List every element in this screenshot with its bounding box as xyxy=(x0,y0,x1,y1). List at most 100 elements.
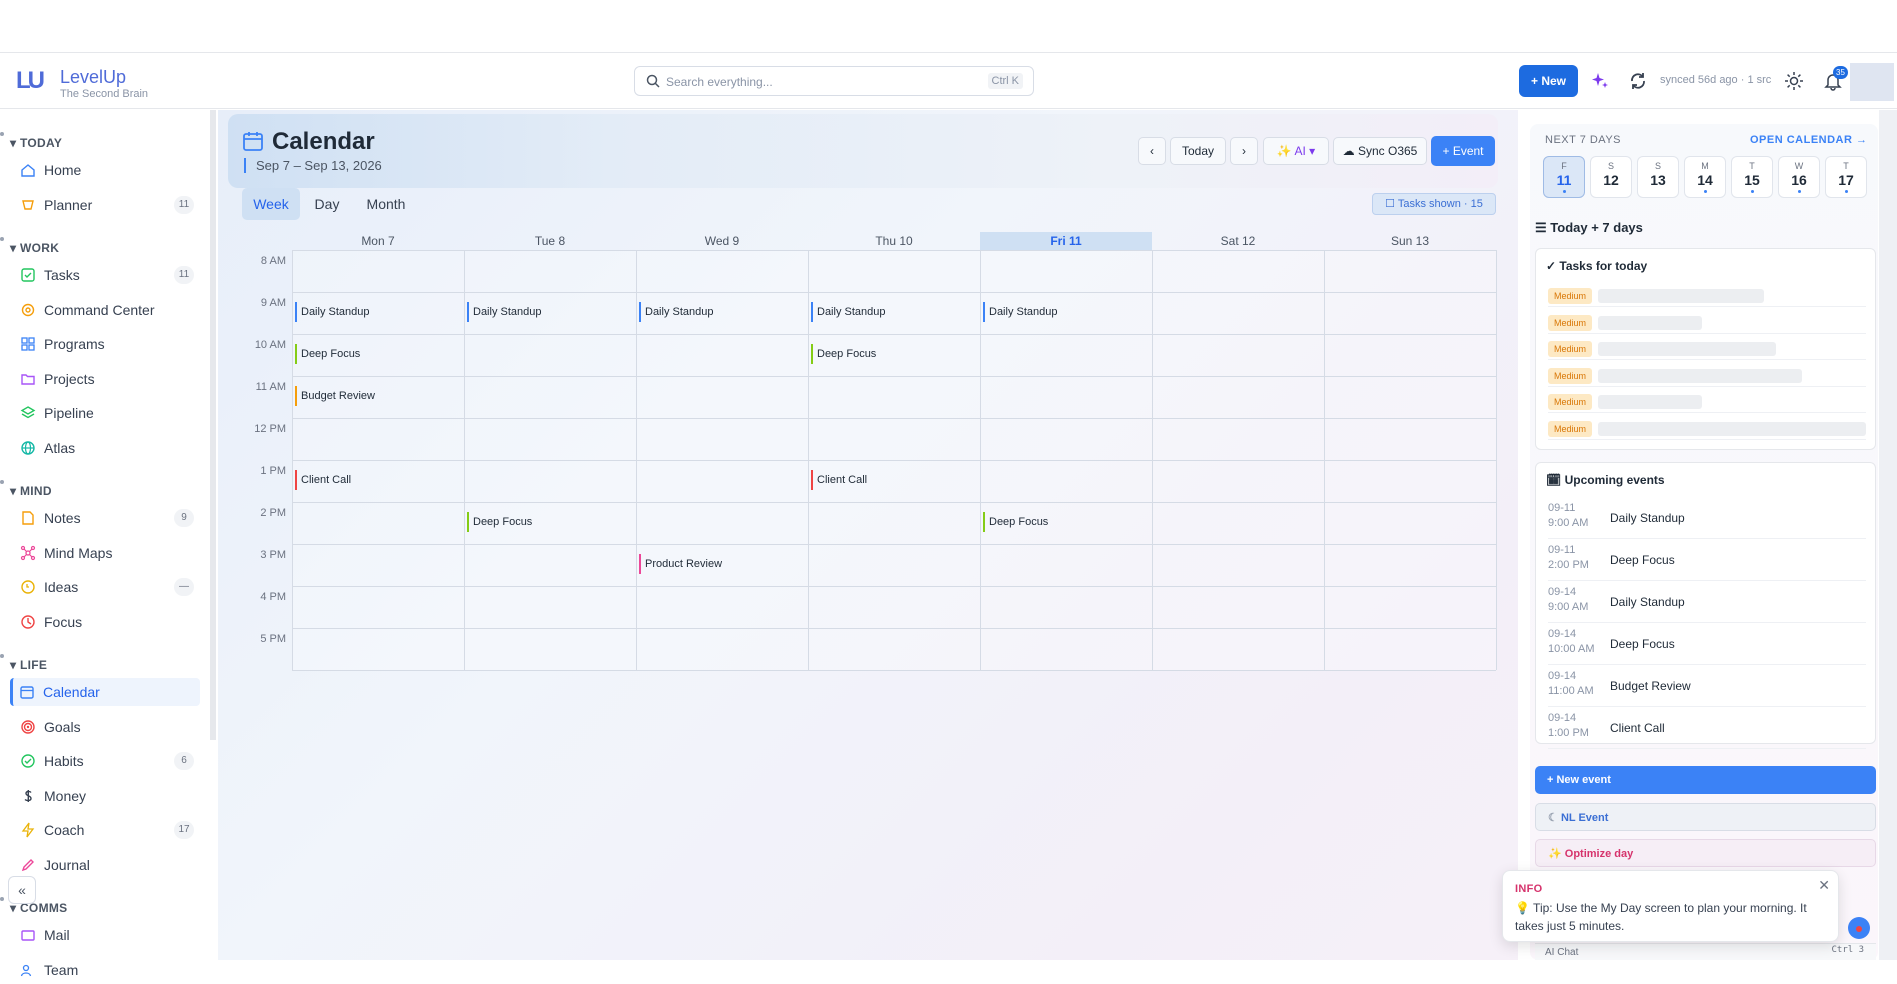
assistant-fab[interactable] xyxy=(1848,917,1870,939)
task-row[interactable]: Medium xyxy=(1548,418,1866,440)
open-calendar-link[interactable]: OPEN CALENDAR → xyxy=(1750,134,1868,146)
sidebar-item-command-center[interactable]: Command Center xyxy=(14,296,194,324)
calendar-event[interactable]: Deep Focus xyxy=(467,512,631,532)
calendar-event[interactable]: Deep Focus xyxy=(295,344,459,364)
day-chip[interactable]: M 14 xyxy=(1684,156,1726,198)
section-header-mind[interactable]: ▾ MIND xyxy=(0,480,52,498)
day-header[interactable]: Mon 7 xyxy=(292,232,464,250)
upcoming-event-datetime: 09-14 9:00 AM xyxy=(1548,585,1608,615)
day-header[interactable]: Wed 9 xyxy=(636,232,808,250)
calendar-event[interactable]: Client Call xyxy=(295,470,459,490)
sidebar-item-money[interactable]: Money xyxy=(14,782,194,810)
tab-week[interactable]: Week xyxy=(242,188,300,220)
sync-o365-button[interactable]: ☁ Sync O365 xyxy=(1333,137,1427,165)
sidebar-item-programs[interactable]: Programs xyxy=(14,330,194,358)
sidebar-item-tasks[interactable]: Tasks 11 xyxy=(14,261,194,289)
upcoming-title: Upcoming events xyxy=(1564,473,1665,487)
ai-dropdown-button[interactable]: ✨ AI ▾ xyxy=(1263,137,1329,165)
sidebar-item-projects[interactable]: Projects xyxy=(14,365,194,393)
task-row[interactable]: Medium xyxy=(1548,391,1866,413)
sidebar-item-journal[interactable]: Journal xyxy=(14,851,194,879)
day-chip-weekday: W xyxy=(1794,161,1804,171)
add-event-button[interactable]: + Event xyxy=(1431,136,1495,166)
upcoming-event-row[interactable]: 09-14 11:00 AM Budget Review xyxy=(1548,665,1866,707)
task-row[interactable]: Medium xyxy=(1548,338,1866,360)
calendar-event[interactable]: Daily Standup xyxy=(295,302,459,322)
today-button[interactable]: Today xyxy=(1170,137,1226,165)
day-header[interactable]: Thu 10 xyxy=(808,232,980,250)
new-button[interactable]: + New xyxy=(1519,65,1578,97)
upcoming-event-row[interactable]: 09-11 9:00 AM Daily Standup xyxy=(1548,497,1866,539)
day-header[interactable]: Fri 11 xyxy=(980,232,1152,250)
sidebar-item-notes[interactable]: Notes 9 xyxy=(14,504,194,532)
sidebar-item-planner[interactable]: Planner 11 xyxy=(14,191,194,219)
programs-icon xyxy=(21,337,35,351)
day-chip[interactable]: W 16 xyxy=(1778,156,1820,198)
sidebar-scrollbar[interactable] xyxy=(210,110,216,740)
sidebar-item-atlas[interactable]: Atlas xyxy=(14,434,194,462)
day-chip[interactable]: S 13 xyxy=(1637,156,1679,198)
section-header-today[interactable]: ▾ TODAY xyxy=(0,132,62,150)
theme-sun-icon[interactable] xyxy=(1784,71,1804,91)
sidebar-item-habits[interactable]: Habits 6 xyxy=(14,747,194,775)
page-scrollbar[interactable] xyxy=(1879,110,1897,960)
calendar-event[interactable]: Deep Focus xyxy=(983,512,1147,532)
calendar-event[interactable]: Daily Standup xyxy=(639,302,803,322)
task-row[interactable]: Medium xyxy=(1548,285,1866,307)
sidebar-item-calendar[interactable]: Calendar xyxy=(10,678,200,706)
calendar-event[interactable]: Budget Review xyxy=(295,386,459,406)
levelup-logo[interactable]: LU xyxy=(16,67,48,95)
sidebar-item-pipeline[interactable]: Pipeline xyxy=(14,399,194,427)
day-chip[interactable]: F 11 xyxy=(1543,156,1585,198)
prev-week-button[interactable]: ‹ xyxy=(1138,137,1166,165)
calendar-event[interactable]: Product Review xyxy=(639,554,803,574)
sparkle-icon[interactable] xyxy=(1590,71,1610,91)
day-header[interactable]: Sun 13 xyxy=(1324,232,1496,250)
bulb-icon xyxy=(21,580,35,594)
day-header[interactable]: Tue 8 xyxy=(464,232,636,250)
sidebar-item-focus[interactable]: Focus xyxy=(14,608,194,636)
task-row[interactable]: Medium xyxy=(1548,365,1866,387)
day-chip-number: 13 xyxy=(1650,172,1666,188)
section-header-work[interactable]: ▾ WORK xyxy=(0,237,59,255)
tasks-shown-toggle[interactable]: ☐ Tasks shown · 15 xyxy=(1372,193,1496,215)
calendar-event[interactable]: Daily Standup xyxy=(811,302,975,322)
task-row[interactable]: Medium xyxy=(1548,312,1866,334)
avatar[interactable] xyxy=(1850,63,1894,101)
new-event-button[interactable]: + New event xyxy=(1535,766,1876,794)
upcoming-event-datetime: 09-14 10:00 AM xyxy=(1548,627,1608,657)
toast-close-icon[interactable]: ✕ xyxy=(1818,877,1830,894)
day-header[interactable]: Sat 12 xyxy=(1152,232,1324,250)
upcoming-event-row[interactable]: 09-14 1:00 PM Client Call xyxy=(1548,707,1866,749)
sidebar-item-count: 9 xyxy=(174,509,194,527)
upcoming-event-row[interactable]: 09-11 2:00 PM Deep Focus xyxy=(1548,539,1866,581)
calendar-event[interactable]: Daily Standup xyxy=(467,302,631,322)
upcoming-event-row[interactable]: 09-14 9:00 AM Daily Standup xyxy=(1548,581,1866,623)
day-chip[interactable]: T 17 xyxy=(1825,156,1867,198)
calendar-event[interactable]: Client Call xyxy=(811,470,975,490)
day-chip-number: 11 xyxy=(1556,172,1572,188)
sidebar-item-goals[interactable]: Goals xyxy=(14,713,194,741)
section-dot xyxy=(0,897,4,901)
sidebar-item-coach[interactable]: Coach 17 xyxy=(14,816,194,844)
optimize-day-button[interactable]: ✨ Optimize day xyxy=(1535,839,1876,867)
search-input[interactable]: Search everything... Ctrl K xyxy=(634,66,1034,96)
sidebar-item-ideas[interactable]: Ideas — xyxy=(14,573,194,601)
tab-day[interactable]: Day xyxy=(308,188,346,220)
day-chip[interactable]: T 15 xyxy=(1731,156,1773,198)
calendar-event[interactable]: Deep Focus xyxy=(811,344,975,364)
sidebar-item-home[interactable]: Home xyxy=(14,156,194,184)
sync-icon[interactable] xyxy=(1628,71,1648,91)
ai-chat-bar[interactable]: AI Chat Ctrl 3 xyxy=(1535,943,1876,960)
day-chip[interactable]: S 12 xyxy=(1590,156,1632,198)
sidebar-item-mail[interactable]: Mail xyxy=(14,921,194,949)
sidebar-item-mind-maps[interactable]: Mind Maps xyxy=(14,539,194,567)
next-week-button[interactable]: › xyxy=(1230,137,1258,165)
section-header-life[interactable]: ▾ LIFE xyxy=(0,654,47,672)
day-gridline xyxy=(808,250,809,670)
nl-event-button[interactable]: ☾ NL Event xyxy=(1535,803,1876,831)
collapse-sidebar-button[interactable]: « xyxy=(8,876,36,904)
upcoming-event-row[interactable]: 09-14 10:00 AM Deep Focus xyxy=(1548,623,1866,665)
tab-month[interactable]: Month xyxy=(358,188,414,220)
calendar-event[interactable]: Daily Standup xyxy=(983,302,1147,322)
